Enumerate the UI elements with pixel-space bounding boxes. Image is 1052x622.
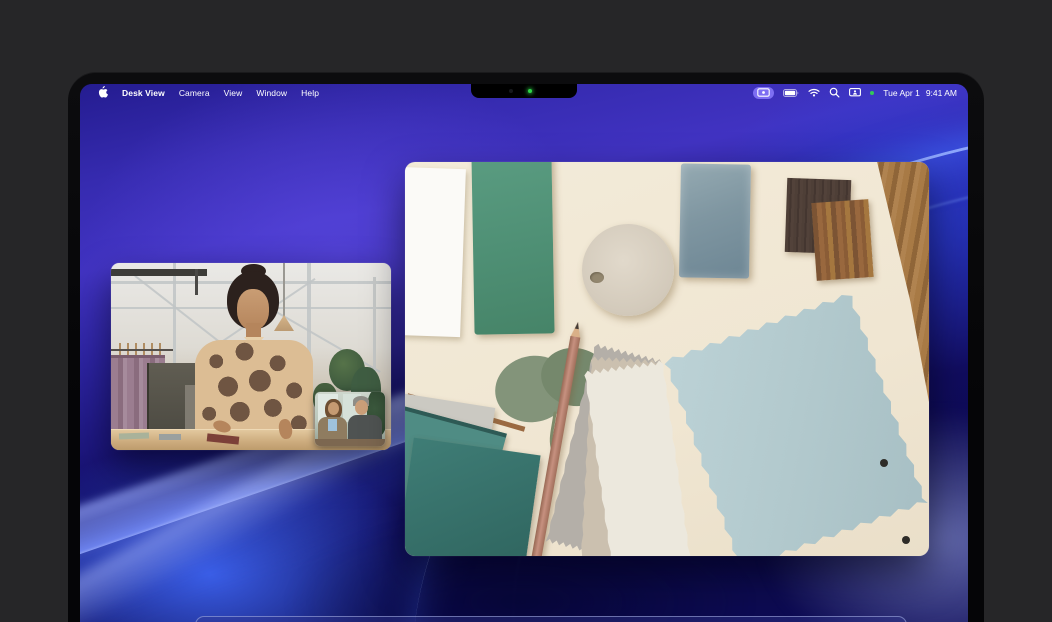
fabric-snap-button (880, 459, 888, 467)
brown-wood-sample (811, 199, 873, 281)
battery-icon[interactable] (783, 89, 799, 97)
screen-mirroring-status[interactable] (753, 87, 774, 99)
screen-mirroring-icon (757, 88, 770, 97)
menu-item-app[interactable]: Desk View (115, 88, 172, 98)
desk-view-window[interactable] (405, 162, 929, 556)
date-label: Tue Apr 1 (883, 88, 920, 98)
color-card (159, 434, 181, 440)
camera-in-use-indicator (528, 89, 532, 93)
lighting-rig (195, 269, 198, 295)
picture-in-picture-participants[interactable] (315, 392, 385, 446)
lighting-beam (111, 269, 207, 276)
apple-menu[interactable] (91, 86, 115, 100)
pendant-lamp-cord (283, 263, 285, 317)
presenter-neck (246, 323, 261, 339)
color-card (119, 432, 149, 439)
fabric-snap-button (902, 536, 910, 544)
wifi-icon[interactable] (808, 88, 820, 97)
menu-item-view[interactable]: View (217, 88, 250, 98)
participant-woman-shirt (328, 419, 337, 431)
display: Desk View Camera View Window Help Tue Ap… (80, 84, 968, 622)
facetime-camera-lens (509, 89, 513, 93)
menu-item-window[interactable]: Window (249, 88, 294, 98)
menu-item-help[interactable]: Help (294, 88, 326, 98)
blue-gray-tile-sample (679, 163, 751, 278)
pencil-lead (575, 322, 580, 330)
camera-active-indicator (870, 91, 874, 95)
screenshot-stage: Desk View Camera View Window Help Tue Ap… (0, 0, 1052, 622)
time-label: 9:41 AM (926, 88, 957, 98)
dock-edge[interactable] (195, 616, 907, 622)
participant-woman-face (328, 402, 339, 415)
clothes-rack-bar (111, 349, 173, 351)
participant-table-edge (315, 439, 385, 446)
participant-man-face (355, 400, 368, 415)
camera-notch (471, 84, 577, 98)
apple-logo-icon (98, 86, 108, 98)
green-tile-sample (471, 162, 554, 335)
menu-item-camera[interactable]: Camera (172, 88, 217, 98)
truss-post (173, 263, 176, 375)
spotlight-search-icon[interactable] (829, 87, 840, 98)
teal-tile-sample-dark (405, 438, 541, 556)
fabric-swatch-blue (663, 292, 928, 556)
white-paper-sample (405, 167, 466, 337)
truss-post (373, 277, 376, 373)
felt-hole (590, 272, 604, 283)
screen-sharing-icon[interactable] (849, 88, 861, 98)
facetime-call-window[interactable] (111, 263, 391, 450)
felt-circle-sample (582, 224, 674, 316)
menu-bar-clock[interactable]: Tue Apr 1 9:41 AM (883, 88, 957, 98)
